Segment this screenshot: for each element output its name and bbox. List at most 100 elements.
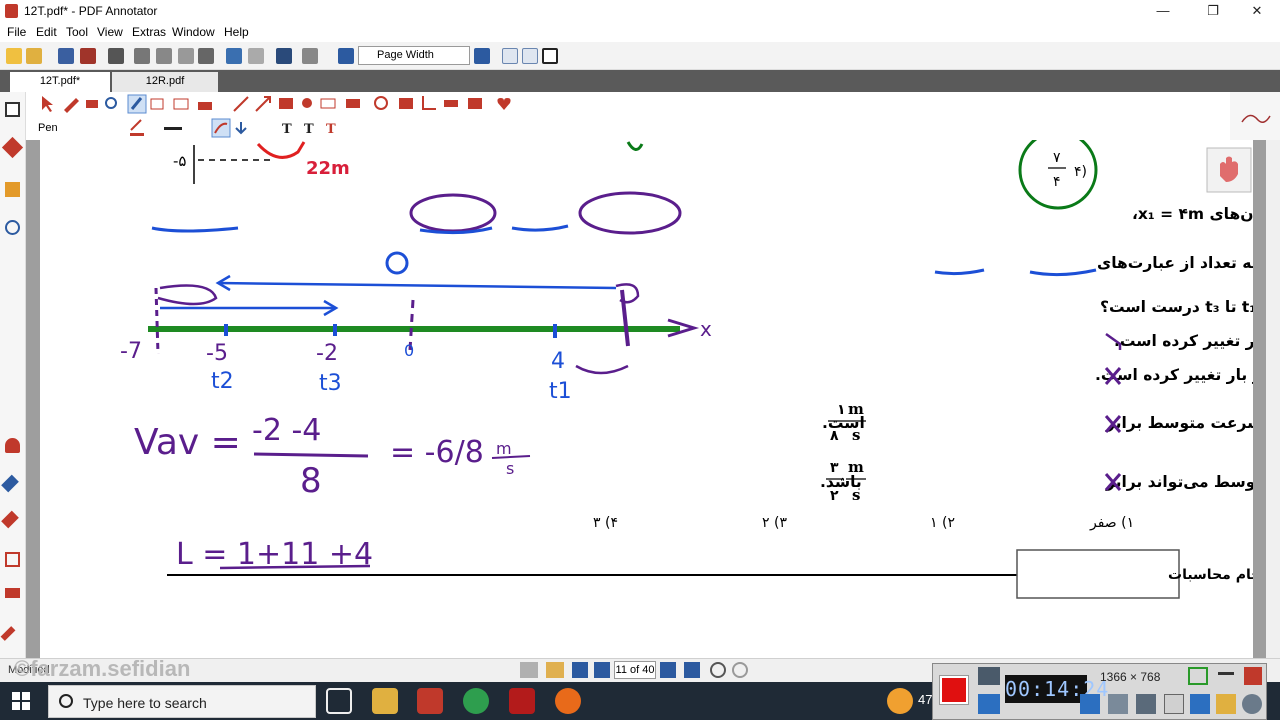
circle-icon[interactable] — [302, 98, 312, 108]
pen-sidebar-icon[interactable] — [1, 136, 24, 159]
single-page-icon[interactable] — [502, 48, 518, 64]
task-view-icon[interactable] — [326, 688, 352, 714]
crop-icon[interactable] — [422, 96, 436, 110]
marker-sidebar-icon[interactable] — [1, 474, 19, 493]
menu-view[interactable]: View — [97, 25, 123, 39]
measure-icon[interactable] — [320, 98, 336, 109]
text-sidebar-icon[interactable] — [5, 552, 20, 567]
heart-icon[interactable] — [5, 438, 20, 453]
line-width-icon[interactable] — [164, 127, 182, 130]
recorder-folder-icon[interactable] — [1216, 694, 1236, 714]
text-style-1-icon[interactable]: T — [282, 122, 292, 137]
nav-back-icon[interactable] — [520, 662, 538, 678]
attachment-icon[interactable] — [5, 220, 20, 235]
tab-12t[interactable]: 12T.pdf* — [10, 72, 110, 92]
pdf-annotator-taskbar-icon[interactable] — [417, 688, 443, 714]
copy-icon[interactable] — [156, 48, 172, 64]
pause-button[interactable] — [978, 694, 1000, 714]
weather-icon[interactable] — [887, 688, 913, 714]
open-icon[interactable] — [26, 48, 42, 64]
select-icon[interactable] — [42, 96, 53, 112]
page-indicator[interactable]: 11 of 40 — [614, 661, 656, 679]
ruler-icon[interactable] — [444, 100, 458, 107]
settings-icon[interactable] — [1242, 694, 1262, 714]
menu-window[interactable]: Window — [172, 25, 215, 39]
eraser-icon[interactable] — [86, 100, 98, 108]
windows-start-icon[interactable] — [12, 692, 30, 710]
menu-help[interactable]: Help — [224, 25, 249, 39]
text-style-2-icon[interactable]: T — [304, 122, 314, 137]
recorder-close-icon[interactable] — [1244, 667, 1262, 685]
volume-icon[interactable] — [1080, 694, 1100, 714]
record-stop-button[interactable] — [940, 676, 968, 704]
stamp-sidebar-icon[interactable] — [5, 588, 20, 598]
maximize-button[interactable]: ❐ — [1190, 0, 1236, 22]
hw-t1: t1 — [549, 379, 572, 404]
text-style-3-icon[interactable]: T — [326, 122, 336, 137]
history-forward-icon[interactable] — [732, 662, 748, 678]
menu-extras[interactable]: Extras — [132, 25, 166, 39]
menu-tool[interactable]: Tool — [66, 25, 88, 39]
stamp-icon[interactable] — [198, 102, 212, 110]
nav-folder-icon[interactable] — [546, 662, 564, 678]
pencil-sidebar-icon[interactable] — [1, 510, 19, 529]
layout-icon[interactable] — [302, 48, 318, 64]
history-back-icon[interactable] — [710, 662, 726, 678]
zoom-select[interactable]: Page Width — [358, 46, 470, 65]
firefox-icon[interactable] — [555, 688, 581, 714]
camera-icon[interactable] — [978, 667, 1000, 685]
link-icon[interactable] — [346, 99, 360, 108]
chrome-icon[interactable] — [463, 688, 489, 714]
snap-icon[interactable] — [235, 122, 247, 135]
textbox-icon[interactable] — [173, 98, 189, 110]
save-icon[interactable] — [58, 48, 74, 64]
next-page-button[interactable] — [660, 662, 676, 678]
taskbar-search[interactable]: Type here to search — [48, 685, 316, 718]
text-tool-icon[interactable] — [150, 98, 164, 110]
menu-edit[interactable]: Edit — [36, 25, 57, 39]
line-icon[interactable] — [233, 96, 249, 112]
draw-icon[interactable] — [1190, 694, 1210, 714]
cursor-icon[interactable] — [1164, 694, 1184, 714]
shapes-icon[interactable] — [468, 98, 482, 109]
first-page-button[interactable] — [572, 662, 588, 678]
cut-icon[interactable] — [134, 48, 150, 64]
recorder-minimize-icon[interactable] — [1218, 672, 1234, 675]
redo-icon[interactable] — [248, 48, 264, 64]
zoom-tool-icon[interactable] — [105, 97, 117, 109]
arrow-icon[interactable] — [255, 96, 271, 112]
zoom-out-icon[interactable] — [338, 48, 354, 64]
save-close-icon[interactable] — [80, 48, 96, 64]
menu-file[interactable]: File — [7, 25, 26, 39]
minimize-button[interactable]: — — [1140, 0, 1186, 22]
page-icon[interactable] — [5, 102, 20, 117]
lasso-icon[interactable] — [374, 96, 388, 110]
pen-color-icon[interactable] — [130, 119, 144, 136]
acrobat-icon[interactable] — [509, 688, 535, 714]
zoom-in-icon[interactable] — [474, 48, 490, 64]
arrow-sidebar-icon[interactable] — [0, 626, 16, 641]
last-page-button[interactable] — [684, 662, 700, 678]
rectangle-icon[interactable] — [279, 98, 293, 109]
print-icon[interactable] — [108, 48, 124, 64]
find-icon[interactable] — [276, 48, 292, 64]
paste-icon[interactable] — [178, 48, 194, 64]
close-button[interactable]: ✕ — [1234, 0, 1280, 22]
file-explorer-icon[interactable] — [372, 688, 398, 714]
delete-icon[interactable] — [198, 48, 214, 64]
new-icon[interactable] — [6, 48, 22, 64]
pen-tool-icon[interactable] — [64, 98, 79, 113]
fullscreen-icon[interactable] — [542, 48, 558, 64]
favorites-icon[interactable] — [497, 98, 511, 110]
folder-sidebar-icon[interactable] — [5, 182, 20, 197]
recorder-window-icon[interactable] — [1188, 667, 1208, 685]
wave-icon[interactable] — [1241, 114, 1271, 123]
undo-icon[interactable] — [226, 48, 242, 64]
tab-12r[interactable]: 12R.pdf — [112, 72, 218, 92]
prev-page-button[interactable] — [594, 662, 610, 678]
page-width-icon[interactable] — [522, 48, 538, 64]
microphone-icon[interactable] — [1108, 694, 1128, 714]
document-scrollbar[interactable] — [1266, 140, 1280, 658]
webcam-icon[interactable] — [1136, 694, 1156, 714]
camera-icon[interactable] — [399, 98, 413, 109]
